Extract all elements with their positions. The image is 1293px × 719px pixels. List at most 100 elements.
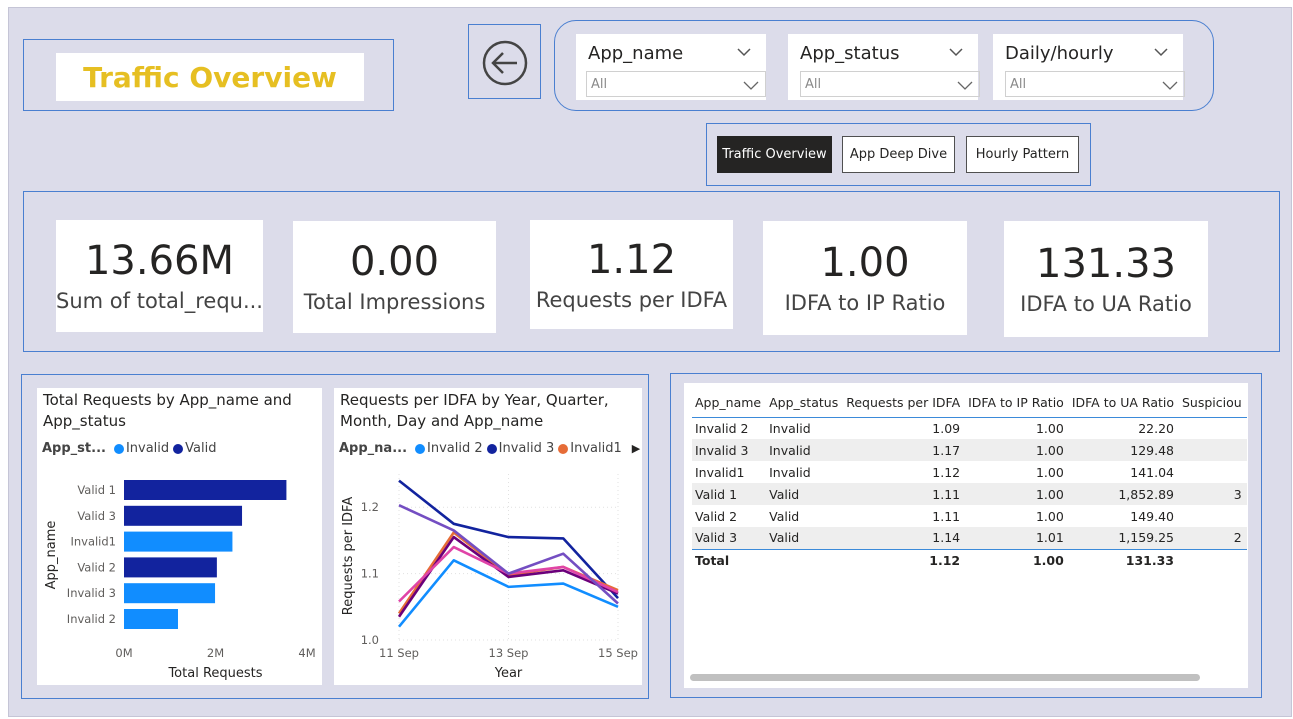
table-cell: Valid 3	[692, 527, 767, 549]
slicer-dropdown[interactable]: All	[586, 71, 766, 97]
line-chart-card[interactable]: Requests per IDFA by Year, Quarter, Mont…	[334, 388, 642, 685]
column-header[interactable]: Requests per IDFA	[843, 389, 966, 418]
chevron-down-icon	[957, 81, 973, 90]
kpi-value: 0.00	[349, 239, 440, 285]
table-cell: 1.17	[843, 439, 966, 461]
column-header[interactable]: IDFA to IP Ratio	[965, 389, 1069, 418]
table-cell: 3	[1179, 483, 1247, 505]
column-header[interactable]: App_name	[692, 389, 767, 418]
table-cell: 1.00	[1035, 508, 1064, 524]
table-row[interactable]: Invalid 3 Invalid 1.17 1.00 129.48	[692, 439, 1247, 461]
kpi-card-idfa-ua-ratio: 131.33 IDFA to UA Ratio	[1004, 221, 1208, 337]
kpi-caption: Total Impressions	[303, 290, 486, 314]
kpi-value: 131.33	[1036, 241, 1176, 287]
x-axis-title: Total Requests	[167, 666, 262, 681]
table-cell	[1179, 439, 1247, 461]
table-cell: 1,852.89	[1068, 483, 1179, 505]
slicer-app-status: App_status All	[788, 34, 980, 100]
kpi-card-idfa-ip-ratio: 1.00 IDFA to IP Ratio	[763, 221, 967, 335]
table-cell: Valid	[766, 483, 844, 505]
table-cell: Invalid 3	[692, 439, 767, 461]
bar-invalid1	[124, 531, 233, 552]
nav-hourly-pattern[interactable]: Hourly Pattern	[966, 136, 1079, 173]
table-cell: 22.20	[1138, 420, 1174, 436]
table-cell: 129.48	[1068, 439, 1179, 461]
slicer-daily-hourly: Daily/hourly All	[993, 34, 1185, 100]
kpi-card-total-requests: 13.66M Sum of total_requ...	[56, 220, 263, 332]
kpi-value: 1.12	[586, 236, 677, 283]
column-header[interactable]: Suspiciou	[1179, 389, 1247, 418]
bar-chart-card[interactable]: Total Requests by App_name and App_statu…	[37, 388, 322, 685]
slicer-dropdown[interactable]: All	[1005, 71, 1185, 97]
table-total-cell	[766, 548, 844, 571]
chevron-down-icon[interactable]	[736, 44, 752, 60]
table-cell: 2	[1179, 527, 1247, 549]
nav-traffic-overview[interactable]: Traffic Overview	[717, 136, 832, 173]
table-cell: Valid	[769, 508, 800, 524]
y-tick-label: 1.0	[361, 633, 379, 647]
table-cell: 1.01	[965, 527, 1069, 549]
slicer-value: All	[591, 77, 608, 92]
table-cell: Valid 1	[692, 483, 767, 505]
kpi-caption: IDFA to UA Ratio	[1020, 292, 1192, 316]
kpi-caption: Sum of total_requ...	[56, 289, 263, 313]
horizontal-scrollbar[interactable]	[690, 674, 1200, 681]
y-tick-label: Invalid 2	[67, 612, 116, 626]
table-cell: 1.00	[965, 483, 1069, 505]
data-table-card[interactable]: App_name App_status Requests per IDFA ID…	[684, 383, 1248, 688]
slicer-app-name: App_name All	[576, 34, 766, 100]
table-cell: Valid	[766, 527, 844, 549]
y-tick-label: 1.1	[361, 567, 379, 581]
y-tick-label: Valid 2	[77, 560, 116, 574]
slicer-dropdown[interactable]: All	[800, 71, 980, 97]
x-tick-label: 0M	[115, 646, 132, 660]
table-cell: 1.12	[932, 464, 961, 480]
table-total-cell: Total	[692, 548, 767, 571]
y-tick-label: Invalid 3	[67, 586, 116, 600]
column-header[interactable]: IDFA to UA Ratio	[1068, 389, 1179, 418]
back-arrow-icon[interactable]	[481, 39, 529, 87]
x-axis-title: Year	[494, 666, 523, 681]
table-row[interactable]: Valid 3 Valid 1.14 1.01 1,159.25 2	[692, 527, 1247, 549]
kpi-caption: Requests per IDFA	[535, 287, 728, 312]
bar-invalid-3	[124, 583, 216, 604]
kpi-value: 13.66M	[84, 238, 235, 284]
table-cell: 1.09	[932, 420, 961, 436]
page-title: Traffic Overview	[56, 53, 364, 101]
table-total-cell: 131.33	[1068, 548, 1179, 571]
y-tick-label: Valid 3	[77, 509, 116, 523]
table-row[interactable]: Invalid 2 Invalid 1.09 1.00 22.20	[692, 417, 1247, 439]
y-tick-label: 1.2	[361, 500, 379, 514]
table-cell: Invalid1	[695, 464, 745, 480]
x-tick-label: 2M	[207, 646, 224, 660]
table-row[interactable]: Valid 2 Valid 1.11 1.00 149.40	[692, 505, 1247, 527]
table-row[interactable]: Invalid1 Invalid 1.12 1.00 141.04	[692, 461, 1247, 483]
table-cell: 141.04	[1130, 464, 1174, 480]
column-header[interactable]: App_status	[766, 389, 844, 418]
table-cell	[1179, 505, 1247, 527]
nav-app-deep-dive[interactable]: App Deep Dive	[842, 136, 955, 173]
bar-valid-1	[124, 480, 287, 500]
kpi-value: 1.00	[820, 240, 910, 286]
slicer-value: All	[1010, 77, 1027, 92]
chevron-down-icon	[1162, 81, 1178, 90]
chevron-down-icon[interactable]	[1153, 44, 1169, 60]
chevron-down-icon[interactable]	[948, 44, 964, 60]
table-total-cell	[1179, 548, 1247, 571]
table-header-row: App_name App_status Requests per IDFA ID…	[692, 389, 1247, 418]
table-total-cell: 1.00	[965, 548, 1069, 571]
table-cell: 1.14	[843, 527, 966, 549]
table-total-cell: 1.12	[843, 548, 966, 571]
slicer-label: App_status	[800, 43, 900, 64]
line-chart-svg: 1.0 1.1 1.2 11 Sep 13 Sep 15 Sep Year Requests …	[341, 474, 638, 681]
y-tick-label: Invalid1	[70, 535, 116, 549]
table-row[interactable]: Valid 1 Valid 1.11 1.00 1,852.89 3	[692, 483, 1247, 505]
x-tick-label: 11 Sep	[379, 646, 419, 660]
bar-valid-2	[124, 557, 217, 578]
table-cell: 1.00	[1035, 464, 1064, 480]
slicer-label: Daily/hourly	[1005, 43, 1114, 64]
bar-chart-svg: Valid 1 Valid 3 Invalid1 Valid 2 Invalid 3 In…	[44, 480, 316, 681]
table-total-row: Total 1.12 1.00 131.33	[692, 548, 1247, 571]
y-tick-label: Valid 1	[77, 483, 116, 497]
bar-valid-3	[124, 505, 243, 526]
